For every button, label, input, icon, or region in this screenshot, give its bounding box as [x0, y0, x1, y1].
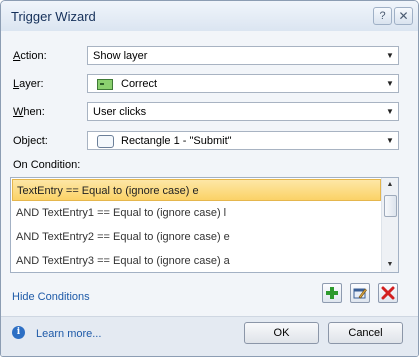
when-dropdown[interactable]: User clicks ▼	[87, 102, 399, 121]
condition-item[interactable]: TextEntry == Equal to (ignore case) e	[12, 179, 381, 201]
object-dropdown[interactable]: Rectangle 1 - "Submit" ▼	[87, 131, 399, 150]
when-value: User clicks	[93, 106, 147, 118]
edit-icon	[353, 288, 367, 299]
add-icon	[326, 287, 338, 299]
dialog-footer: i Learn more... OK Cancel	[1, 317, 418, 356]
object-value: Rectangle 1 - "Submit"	[121, 135, 232, 147]
rectangle-shape-icon	[97, 135, 114, 148]
action-value: Show layer	[93, 50, 148, 62]
scroll-thumb[interactable]	[384, 195, 397, 217]
ok-button[interactable]: OK	[244, 322, 319, 344]
on-condition-label: On Condition:	[13, 159, 81, 171]
layer-value: Correct	[121, 78, 158, 90]
edit-condition-button[interactable]	[350, 283, 370, 303]
action-dropdown[interactable]: Show layer ▼	[87, 46, 399, 65]
layer-label: Layer:	[13, 78, 44, 90]
condition-item[interactable]: AND TextEntry1 == Equal to (ignore case)…	[12, 202, 381, 224]
condition-item[interactable]: AND TextEntry2 == Equal to (ignore case)…	[12, 226, 381, 248]
layer-dropdown[interactable]: Correct ▼	[87, 74, 399, 93]
dialog-body: Action: Show layer ▼ Layer: Correct ▼ Wh…	[1, 31, 418, 356]
hide-conditions-link[interactable]: Hide Conditions	[12, 291, 90, 303]
learn-more-link[interactable]: Learn more...	[36, 328, 101, 340]
close-button[interactable]: ✕	[394, 7, 413, 25]
scroll-down-arrow-icon[interactable]: ▼	[382, 258, 398, 272]
chevron-down-icon[interactable]: ▼	[382, 132, 398, 149]
action-label: Action:	[13, 50, 47, 62]
conditions-list[interactable]: TextEntry == Equal to (ignore case) e AN…	[10, 177, 399, 273]
when-label: When:	[13, 106, 45, 118]
help-button[interactable]: ?	[373, 7, 392, 25]
conditions-scrollbar[interactable]: ▲ ▼	[381, 178, 398, 272]
add-condition-button[interactable]	[322, 283, 342, 303]
condition-item[interactable]: AND TextEntry3 == Equal to (ignore case)…	[12, 250, 381, 272]
chevron-down-icon[interactable]: ▼	[382, 47, 398, 64]
delete-condition-button[interactable]	[378, 283, 398, 303]
layer-icon	[97, 79, 113, 90]
info-icon: i	[12, 326, 25, 339]
delete-icon	[381, 286, 395, 300]
chevron-down-icon[interactable]: ▼	[382, 75, 398, 92]
cancel-button[interactable]: Cancel	[328, 322, 403, 344]
trigger-wizard-dialog: Trigger Wizard ? ✕ Action: Show layer ▼ …	[0, 0, 419, 357]
scroll-up-arrow-icon[interactable]: ▲	[382, 178, 398, 192]
title-bar[interactable]: Trigger Wizard ? ✕	[1, 1, 418, 31]
chevron-down-icon[interactable]: ▼	[382, 103, 398, 120]
dialog-title: Trigger Wizard	[11, 9, 96, 24]
object-label: Object:	[13, 135, 48, 147]
